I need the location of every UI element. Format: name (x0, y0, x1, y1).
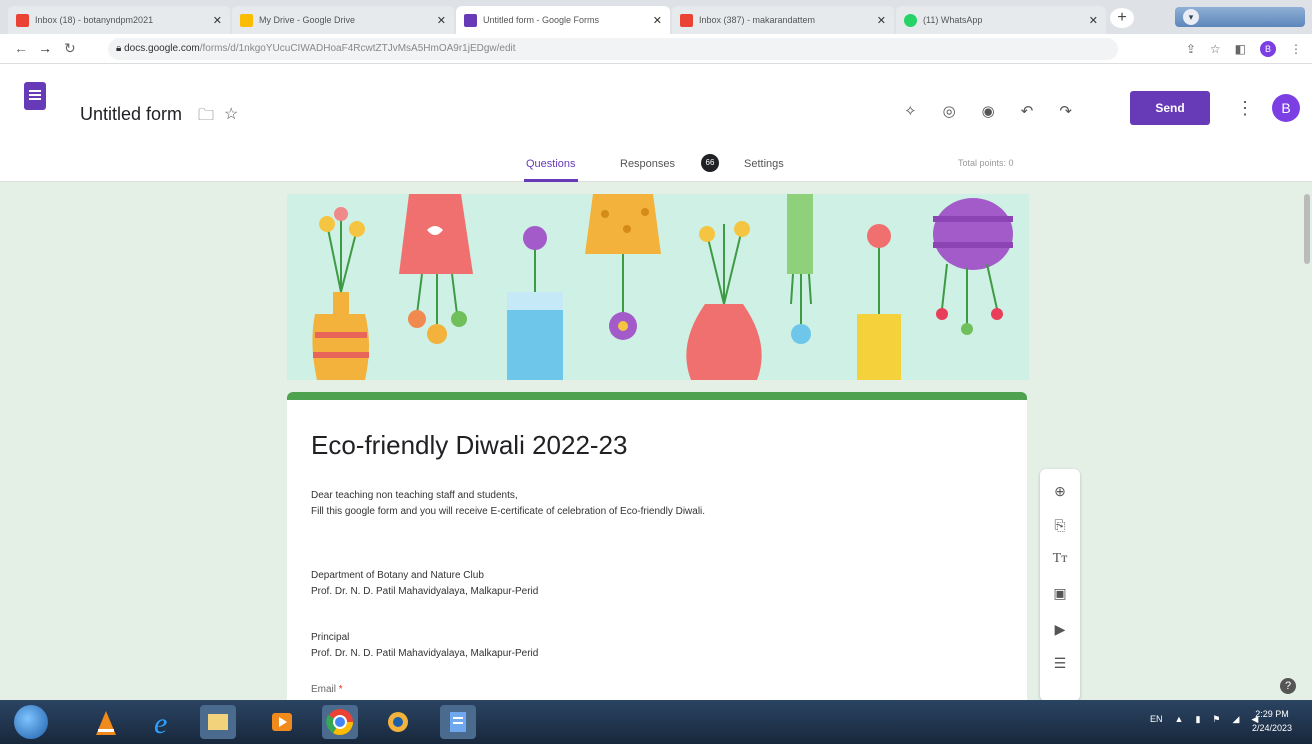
gmail-icon (16, 13, 29, 27)
close-icon[interactable]: ✕ (653, 14, 662, 27)
tab-settings[interactable]: Settings (744, 158, 784, 182)
action-center-flag-icon[interactable]: ⚑ (1212, 714, 1220, 725)
taskbar-clock[interactable]: 2:29 PM 2/24/2023 (1252, 707, 1292, 735)
profile-avatar[interactable]: B (1260, 41, 1276, 57)
close-icon[interactable]: ✕ (1089, 14, 1098, 27)
flower-vases-illustration (312, 194, 1013, 380)
forms-icon (464, 13, 477, 27)
google-forms-logo-icon[interactable] (24, 82, 46, 110)
file-explorer-icon[interactable] (200, 705, 236, 739)
reload-icon[interactable]: ↻ (64, 40, 76, 57)
page-scrollbar[interactable] (1304, 194, 1310, 264)
palette-icon[interactable]: ◎ (943, 102, 956, 120)
system-tray: EN ▲ ▮ ⚑ ◢ ◀ (1150, 714, 1258, 725)
send-button[interactable]: Send (1130, 91, 1210, 125)
tab-title: Inbox (18) - botanyndpm2021 (35, 15, 154, 25)
add-image-icon[interactable]: ▣ (1040, 585, 1080, 602)
close-icon[interactable]: ✕ (877, 14, 886, 27)
preview-eye-icon[interactable]: ◉ (982, 102, 995, 120)
media-player-icon[interactable] (264, 705, 300, 739)
language-indicator[interactable]: EN (1150, 714, 1163, 725)
close-icon[interactable]: ✕ (437, 14, 446, 27)
browser-menu-icon[interactable]: ⋮ (1290, 42, 1302, 56)
more-options-icon[interactable]: ⋮ (1236, 98, 1254, 119)
network-icon[interactable]: ▮ (1195, 714, 1200, 725)
import-questions-icon[interactable]: ⎘ (1040, 517, 1080, 534)
help-icon[interactable]: ? (1280, 678, 1296, 694)
chrome-icon[interactable] (322, 705, 358, 739)
tab-responses[interactable]: Responses (620, 158, 675, 182)
browser-tab-whatsapp[interactable]: (11) WhatsApp ✕ (896, 6, 1106, 34)
account-avatar[interactable]: B (1272, 94, 1300, 122)
app-icon[interactable] (380, 705, 416, 739)
undo-icon[interactable]: ↶ (1021, 102, 1034, 120)
close-icon[interactable]: ✕ (213, 14, 222, 27)
redo-icon[interactable]: ↷ (1059, 102, 1072, 120)
add-question-icon[interactable]: ⊕ (1040, 483, 1080, 500)
sidepanel-icon[interactable]: ◧ (1235, 42, 1246, 56)
tab-search-icon[interactable]: ▾ (1183, 9, 1199, 25)
form-description-line[interactable]: Prof. Dr. N. D. Patil Mahavidyalaya, Mal… (311, 586, 538, 597)
browser-tab-strip: Inbox (18) - botanyndpm2021 ✕ My Drive -… (0, 0, 1312, 34)
addon-icon[interactable]: ✧ (904, 102, 917, 120)
folder-icon[interactable]: 🗀︎ (198, 104, 214, 131)
gmail-icon (680, 13, 693, 27)
form-doc-title[interactable]: Untitled form (80, 104, 182, 125)
address-bar-row: ← → ↻ 🔒︎ docs.google.com/forms/d/1nkgoYU… (0, 34, 1312, 64)
tab-questions[interactable]: Questions (524, 158, 578, 182)
whatsapp-icon (904, 13, 917, 27)
form-description-line[interactable]: Fill this google form and you will recei… (311, 506, 705, 517)
browser-toolbar-icons: ⇪ ☆ ◧ B ⋮ (1186, 41, 1302, 57)
lock-icon: 🔒︎ (116, 43, 125, 54)
form-editor-area: Eco-friendly Diwali 2022-23 Dear teachin… (0, 182, 1312, 712)
tab-title: My Drive - Google Drive (259, 15, 356, 25)
required-mark: * (338, 684, 343, 695)
forward-icon[interactable]: → (38, 40, 52, 56)
tab-title: (11) WhatsApp (923, 15, 983, 25)
windows-taskbar: e EN ▲ ▮ ⚑ ◢ ◀ 2:29 PM 2/24/2023 (0, 700, 1312, 744)
share-icon[interactable]: ⇪ (1186, 42, 1196, 56)
form-title-card[interactable]: Eco-friendly Diwali 2022-23 Dear teachin… (287, 392, 1027, 712)
svg-text:e: e (154, 707, 167, 739)
bookmark-star-icon[interactable]: ☆ (1210, 42, 1221, 56)
form-description-line[interactable]: Dear teaching non teaching staff and stu… (311, 490, 518, 501)
add-video-icon[interactable]: ▶ (1040, 621, 1080, 638)
form-description-line[interactable]: Prof. Dr. N. D. Patil Mahavidyalaya, Mal… (311, 648, 538, 659)
tab-title: Untitled form - Google Forms (483, 15, 600, 25)
browser-tab-drive[interactable]: My Drive - Google Drive ✕ (232, 6, 454, 34)
form-title[interactable]: Eco-friendly Diwali 2022-23 (311, 430, 627, 461)
header-actions: ✧ ◎ ◉ ↶ ↷ (904, 102, 1072, 120)
start-button[interactable] (14, 705, 48, 739)
forms-header: Untitled form 🗀︎ ☆ ✧ ◎ ◉ ↶ ↷ Send ⋮ B Qu… (0, 64, 1312, 182)
internet-explorer-icon[interactable]: e (148, 705, 184, 740)
browser-tab-gmail[interactable]: Inbox (18) - botanyndpm2021 ✕ (8, 6, 230, 34)
window-controls[interactable]: ▾ (1175, 7, 1305, 27)
new-tab-button[interactable]: + (1110, 8, 1134, 28)
email-label: Email (311, 684, 337, 695)
tray-expand-icon[interactable]: ▲ (1175, 714, 1184, 725)
drive-icon (240, 13, 253, 27)
url-path: /forms/d/1nkgoYUcuCIWADHoaF4RcwtZTJvMsA5… (199, 43, 516, 54)
back-icon[interactable]: ← (14, 40, 28, 56)
browser-tab-forms[interactable]: Untitled form - Google Forms ✕ (456, 6, 670, 34)
star-icon[interactable]: ☆ (224, 104, 238, 124)
add-title-icon[interactable]: Tт (1040, 551, 1080, 567)
clock-time: 2:29 PM (1255, 709, 1289, 719)
form-description-line[interactable]: Department of Botany and Nature Club (311, 570, 484, 581)
question-toolbar: ⊕ ⎘ Tт ▣ ▶ ☰ (1040, 469, 1080, 701)
url-host: docs.google.com (124, 43, 200, 54)
header-banner-image (287, 194, 1029, 380)
total-points: Total points: 0 (958, 158, 1014, 168)
responses-count-badge: 66 (701, 154, 719, 172)
vlc-icon[interactable] (92, 705, 120, 739)
tab-title: Inbox (387) - makarandattem (699, 15, 816, 25)
forms-taskbar-icon[interactable] (440, 705, 476, 739)
clock-date: 2/24/2023 (1252, 723, 1293, 733)
browser-tab-gmail-2[interactable]: Inbox (387) - makarandattem ✕ (672, 6, 894, 34)
add-section-icon[interactable]: ☰ (1040, 655, 1080, 672)
email-question-label[interactable]: Email * (311, 684, 343, 695)
url-input[interactable]: 🔒︎ docs.google.com/forms/d/1nkgoYUcuCIWA… (108, 38, 1118, 60)
signal-icon[interactable]: ◢ (1232, 714, 1239, 725)
form-description-line[interactable]: Principal (311, 632, 349, 643)
